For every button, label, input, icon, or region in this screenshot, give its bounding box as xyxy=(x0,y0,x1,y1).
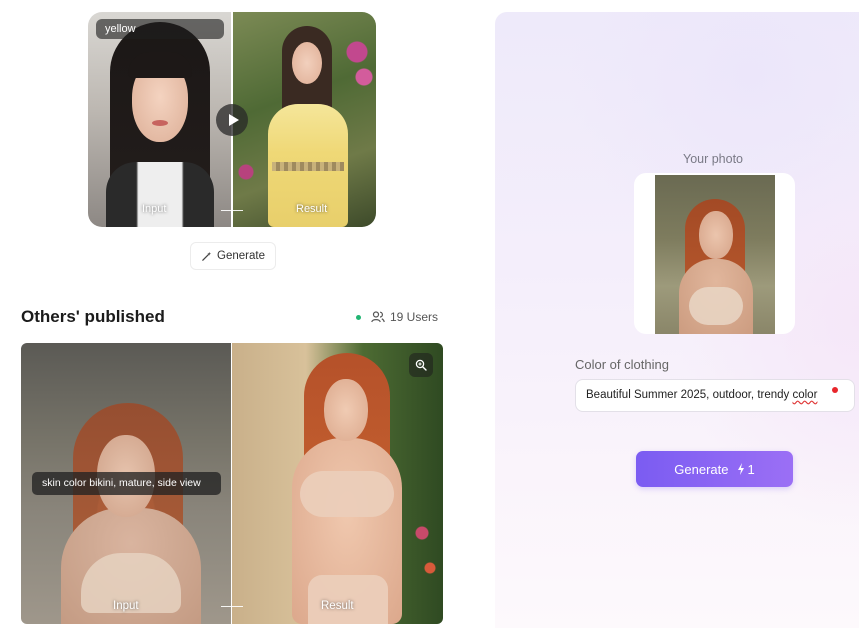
magic-wand-icon xyxy=(202,251,212,261)
user-photo xyxy=(655,175,775,334)
style-tag: yellow xyxy=(96,19,224,39)
compare-divider xyxy=(231,343,232,624)
prompt-tag: skin color bikini, mature, side view xyxy=(32,472,221,495)
online-indicator xyxy=(356,315,361,320)
example-result-image xyxy=(232,12,376,227)
users-count: 19 Users xyxy=(371,310,438,324)
credit-cost: 1 xyxy=(737,461,755,477)
play-icon xyxy=(228,114,239,126)
spellcheck-indicator xyxy=(832,387,838,393)
input-caption: Input xyxy=(113,600,139,612)
result-caption: Result xyxy=(321,600,354,612)
users-icon xyxy=(371,311,385,323)
generate-example-button[interactable]: Generate xyxy=(190,242,276,270)
your-photo-label: Your photo xyxy=(683,152,744,166)
users-count-label: 19 Users xyxy=(390,310,439,324)
arrow-icon xyxy=(221,606,243,607)
generate-button[interactable]: Generate 1 xyxy=(636,451,793,487)
prompt-text: Beautiful Summer 2025, outdoor, trendy xyxy=(586,389,793,401)
field-label: Color of clothing xyxy=(575,357,669,372)
generate-label: Generate xyxy=(674,461,729,477)
credit-cost-value: 1 xyxy=(747,461,755,477)
example-compare-card[interactable]: yellow Input Result xyxy=(88,12,376,227)
lightning-icon xyxy=(738,463,745,475)
play-button[interactable] xyxy=(216,104,248,136)
prompt-input[interactable]: Beautiful Summer 2025, outdoor, trendy c… xyxy=(575,379,855,412)
input-caption: Input xyxy=(142,203,167,215)
arrow-icon xyxy=(221,210,243,211)
zoom-button[interactable] xyxy=(409,353,433,377)
published-compare-card[interactable]: skin color bikini, mature, side view Inp… xyxy=(21,343,443,624)
example-input-image xyxy=(88,12,232,227)
result-caption: Result xyxy=(296,203,328,215)
section-title: Others' published xyxy=(21,307,165,326)
generate-example-label: Generate xyxy=(217,250,265,262)
prompt-flagged-word: color xyxy=(792,389,818,401)
published-result-image xyxy=(232,343,443,624)
zoom-in-icon xyxy=(415,359,427,371)
